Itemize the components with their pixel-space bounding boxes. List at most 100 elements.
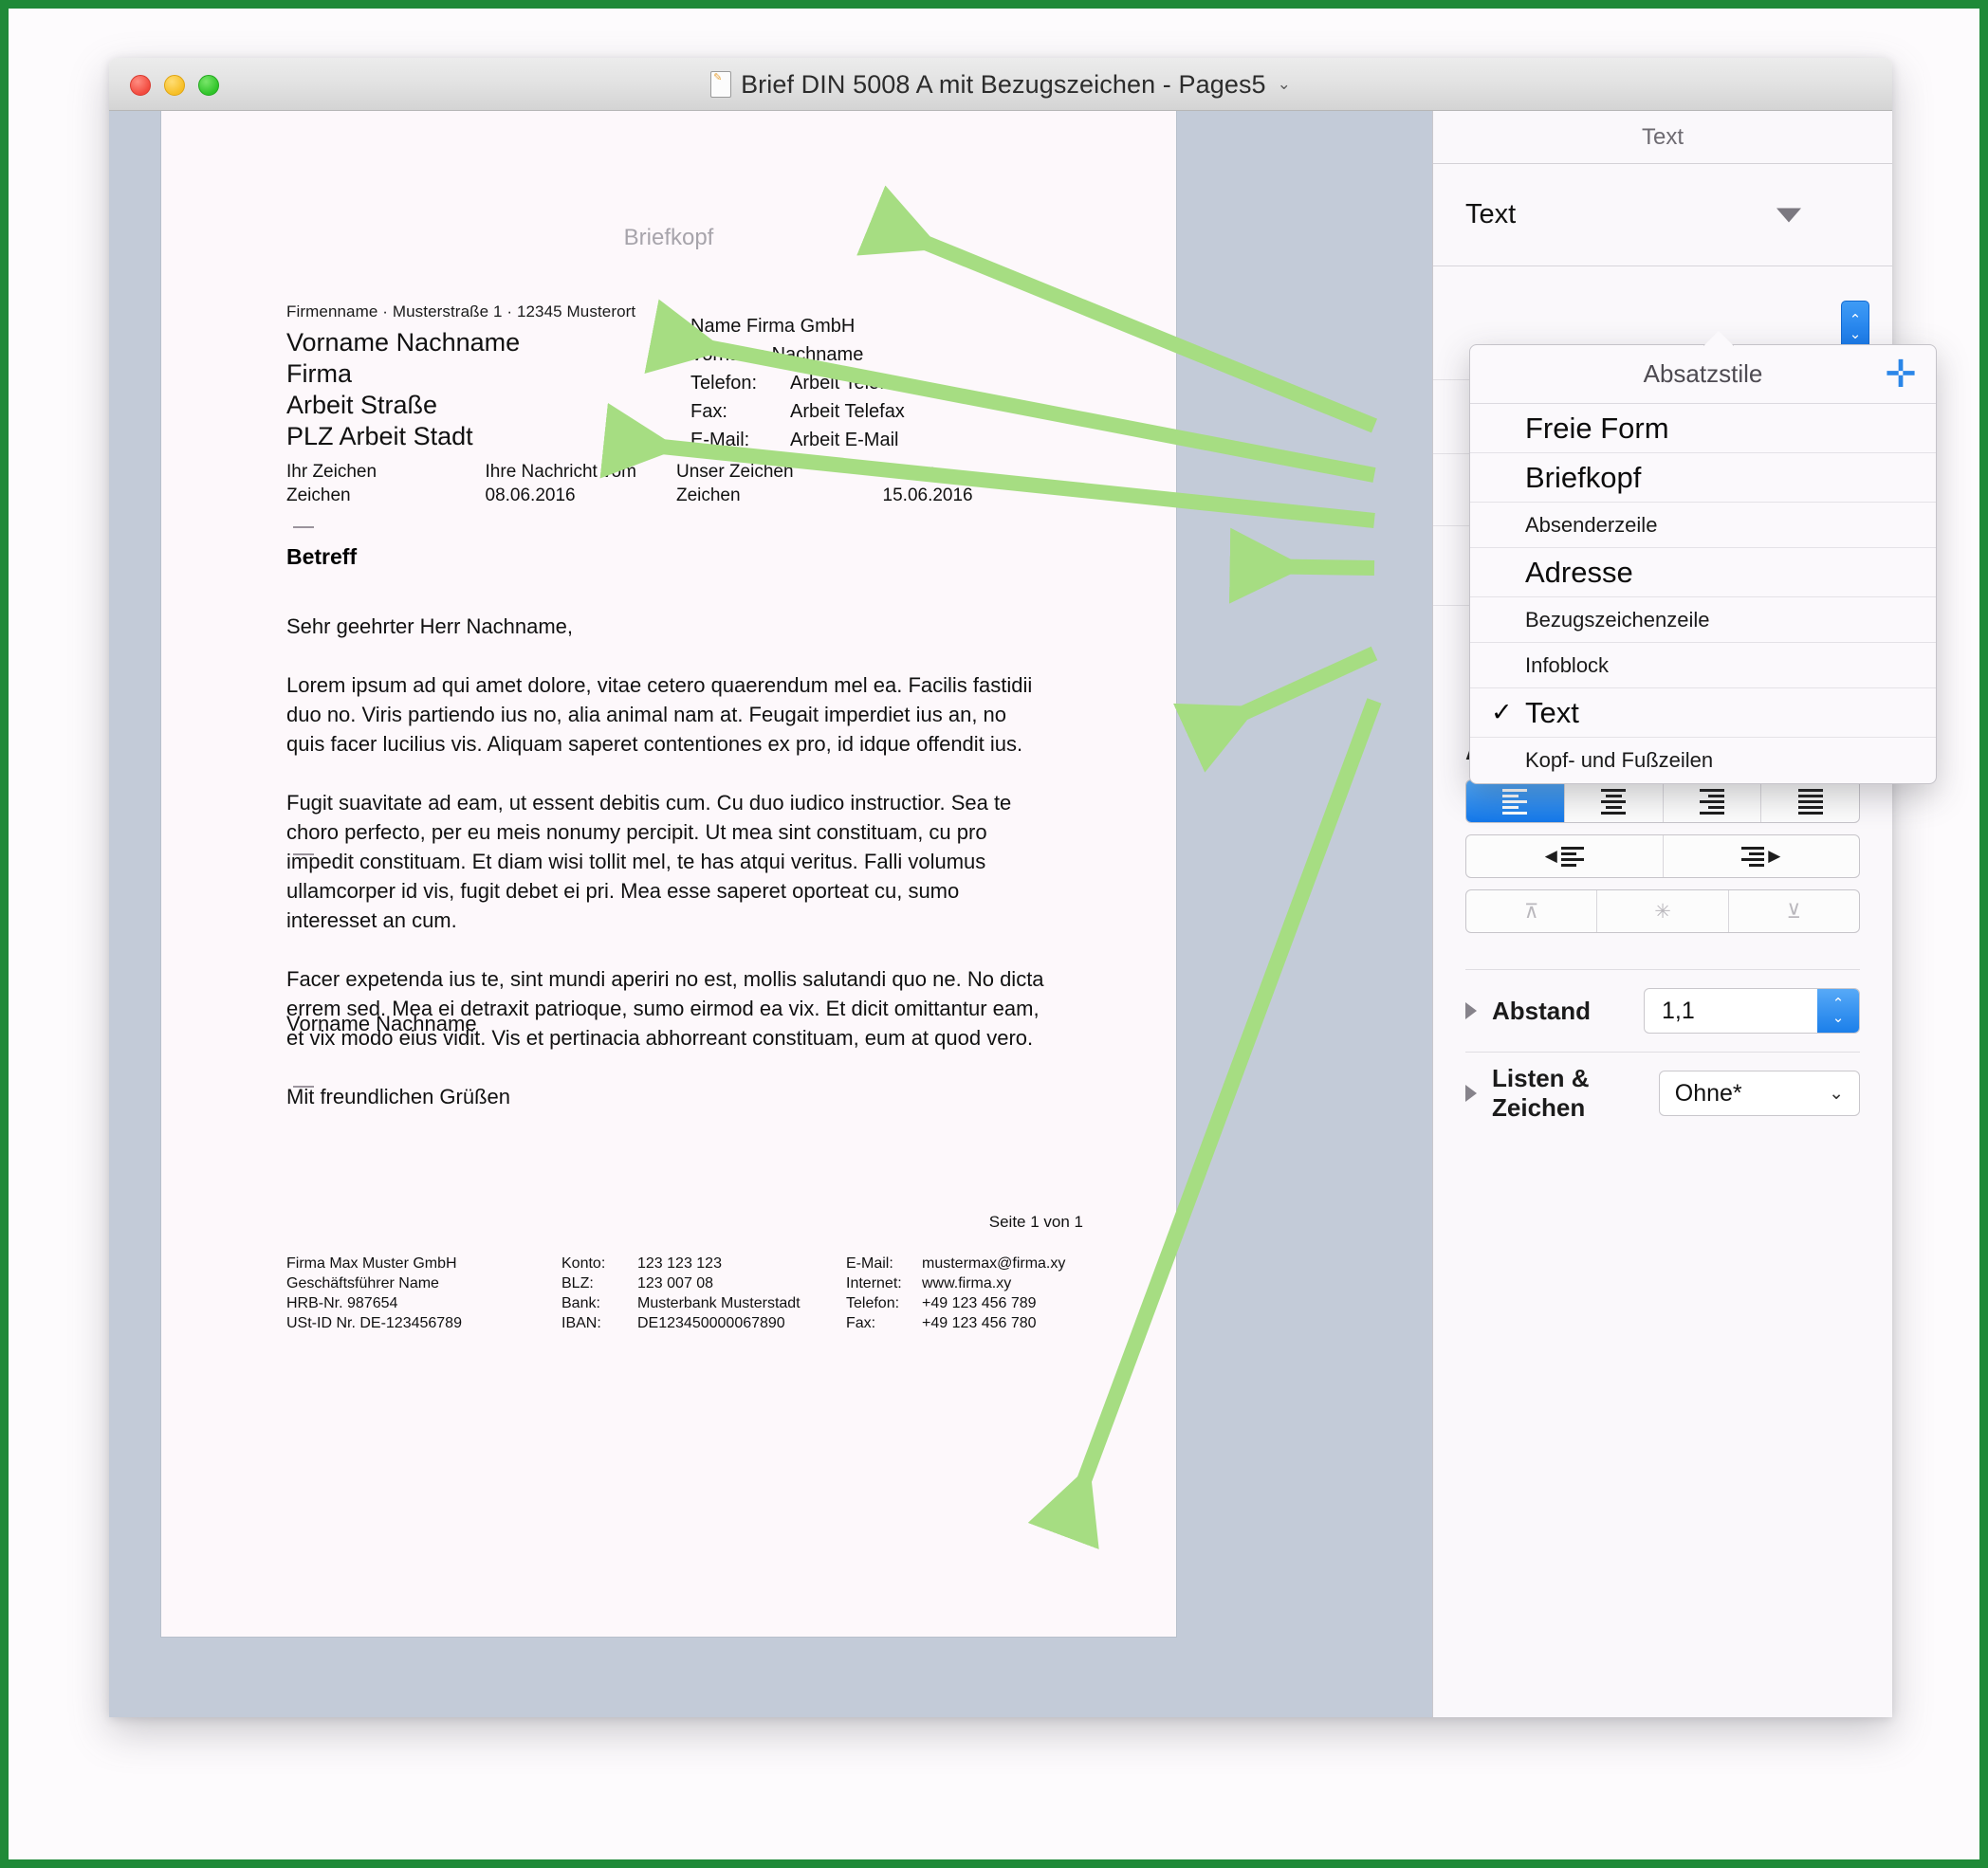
disclosure-triangle-icon[interactable] bbox=[1465, 1002, 1477, 1019]
style-item-kopf-und-fusszeilen[interactable]: Kopf- und Fußzeilen bbox=[1470, 738, 1936, 783]
add-style-button[interactable]: ✛ bbox=[1883, 356, 1919, 394]
increase-indent-icon: ▶ bbox=[1741, 846, 1780, 867]
adress-block[interactable]: Vorname Nachname Firma Arbeit Straße PLZ… bbox=[286, 327, 520, 452]
bezug-column: Unser Zeichen Zeichen bbox=[676, 460, 883, 507]
absatzstile-popover[interactable]: Absatzstile ✛ Freie Form Briefkopf Absen… bbox=[1469, 331, 1937, 784]
bezug-column: Ihre Nachricht vom 08.06.2016 bbox=[486, 460, 676, 507]
bezugszeichenzeile[interactable]: Ihr Zeichen Zeichen Ihre Nachricht vom 0… bbox=[286, 460, 1074, 507]
screenshot-root: ✎ Brief DIN 5008 A mit Bezugszeichen - P… bbox=[0, 0, 1988, 1868]
window-titlebar[interactable]: ✎ Brief DIN 5008 A mit Bezugszeichen - P… bbox=[109, 58, 1892, 111]
betreff-heading[interactable]: Betreff bbox=[286, 544, 357, 570]
infoblock-value: Arbeit E-Mail bbox=[790, 430, 899, 450]
fusszeile-line: Geschäftsführer Name bbox=[286, 1275, 439, 1291]
abstand-value: 1,1 bbox=[1662, 997, 1695, 1024]
fusszeile-label: Konto: bbox=[561, 1255, 606, 1272]
align-bottom-button[interactable]: ⊻ bbox=[1729, 890, 1859, 932]
align-top-button[interactable]: ⊼ bbox=[1466, 890, 1598, 932]
letter-body[interactable]: Sehr geehrter Herr Nachname, Lorem ipsum… bbox=[286, 612, 1050, 1141]
adresse-line: Firma bbox=[286, 359, 352, 388]
fusszeile-line: USt-ID Nr. DE-123456789 bbox=[286, 1315, 462, 1331]
fusszeile-column-contact: E-Mail: mustermax@firma.xy Internet: www… bbox=[846, 1254, 1074, 1333]
decrease-indent-icon: ◀ bbox=[1545, 846, 1584, 867]
checkmark-icon: ✓ bbox=[1491, 698, 1513, 726]
fusszeile-value: 123 007 08 bbox=[637, 1275, 714, 1291]
fusszeile-label: Bank: bbox=[561, 1295, 600, 1311]
fold-mark bbox=[293, 853, 314, 855]
infoblock-row: Fax: Arbeit Telefax bbox=[690, 397, 906, 426]
listen-zeichen-value: Ohne* bbox=[1674, 1079, 1742, 1107]
align-segmented-control[interactable] bbox=[1465, 779, 1860, 823]
align-right-button[interactable] bbox=[1664, 780, 1762, 822]
infoblock-person: Vorname Nachname bbox=[690, 344, 864, 365]
signature-name[interactable]: Vorname Nachname bbox=[286, 1012, 477, 1036]
abstand-row[interactable]: Abstand 1,1 ⌃ ⌄ bbox=[1433, 970, 1892, 1052]
fusszeile-label: IBAN: bbox=[561, 1315, 601, 1331]
bezug-label: Ihre Nachricht vom bbox=[485, 462, 636, 482]
align-bottom-icon: ⊻ bbox=[1786, 900, 1801, 923]
body-paragraph: Fugit suavitate ad eam, ut essent debiti… bbox=[286, 791, 1012, 932]
bezug-value: Zeichen bbox=[286, 485, 351, 505]
align-justify-button[interactable] bbox=[1761, 780, 1859, 822]
document-canvas[interactable]: Briefkopf Firmenname · Musterstraße 1 · … bbox=[109, 111, 1432, 1717]
disclosure-triangle-icon[interactable] bbox=[1465, 1085, 1477, 1102]
style-item-text[interactable]: ✓ Text bbox=[1470, 688, 1936, 738]
increase-indent-button[interactable]: ▶ bbox=[1664, 835, 1860, 877]
document-page[interactable]: Briefkopf Firmenname · Musterstraße 1 · … bbox=[161, 111, 1176, 1637]
briefkopf-placeholder[interactable]: Briefkopf bbox=[161, 225, 1176, 251]
listen-zeichen-select[interactable]: Ohne* ⌄ bbox=[1658, 1071, 1860, 1116]
fusszeile-label: E-Mail: bbox=[846, 1255, 893, 1272]
fusszeile-value: DE123450000067890 bbox=[637, 1315, 785, 1331]
style-item-freie-form[interactable]: Freie Form bbox=[1470, 404, 1936, 453]
fusszeile-row: Fax: +49 123 456 780 bbox=[846, 1313, 1074, 1333]
bezug-label: Datum bbox=[882, 462, 936, 482]
chevron-down-icon: ⌄ bbox=[1829, 1083, 1844, 1104]
style-item-label: Absenderzeile bbox=[1525, 512, 1658, 537]
body-paragraph: Lorem ipsum ad qui amet dolore, vitae ce… bbox=[286, 673, 1033, 756]
chevron-down-icon bbox=[1776, 208, 1801, 222]
align-middle-button[interactable]: ✳ bbox=[1597, 890, 1729, 932]
chevron-down-icon: ⌄ bbox=[1832, 1010, 1845, 1026]
decrease-indent-button[interactable]: ◀ bbox=[1466, 835, 1664, 877]
align-top-icon: ⊼ bbox=[1523, 900, 1539, 923]
popover-header: Absatzstile ✛ bbox=[1470, 345, 1936, 404]
style-item-adresse[interactable]: Adresse bbox=[1470, 548, 1936, 597]
fusszeile-value: +49 123 456 780 bbox=[922, 1315, 1037, 1331]
fusszeile-label: BLZ: bbox=[561, 1275, 594, 1291]
paragraph-style-dropdown[interactable]: Text bbox=[1433, 164, 1892, 266]
abstand-field[interactable]: 1,1 ⌃ ⌄ bbox=[1644, 988, 1860, 1034]
indent-segmented-control[interactable]: ◀ ▶ bbox=[1465, 834, 1860, 878]
fusszeile[interactable]: Firma Max Muster GmbH Geschäftsführer Na… bbox=[286, 1254, 1074, 1333]
chevron-down-icon[interactable]: ⌄ bbox=[1278, 75, 1291, 94]
style-item-bezugszeichenzeile[interactable]: Bezugszeichenzeile bbox=[1470, 597, 1936, 643]
fusszeile-value: www.firma.xy bbox=[922, 1275, 1012, 1291]
style-item-label: Briefkopf bbox=[1525, 460, 1642, 494]
page-number: Seite 1 von 1 bbox=[988, 1213, 1083, 1231]
infoblock-row: Telefon: Arbeit Telefon bbox=[690, 369, 906, 397]
fold-mark bbox=[293, 526, 314, 528]
abstand-stepper[interactable]: ⌃ ⌄ bbox=[1817, 989, 1859, 1033]
align-center-icon bbox=[1601, 788, 1627, 815]
popover-title: Absatzstile bbox=[1643, 359, 1763, 388]
chevron-up-icon: ⌃ bbox=[1832, 996, 1845, 1012]
align-center-button[interactable] bbox=[1565, 780, 1664, 822]
infoblock[interactable]: Name Firma GmbH Vorname Nachname Telefon… bbox=[690, 312, 906, 454]
pages-window: ✎ Brief DIN 5008 A mit Bezugszeichen - P… bbox=[109, 58, 1937, 1717]
style-item-label: Adresse bbox=[1525, 555, 1633, 589]
adresse-line: PLZ Arbeit Stadt bbox=[286, 422, 473, 450]
fusszeile-row: E-Mail: mustermax@firma.xy bbox=[846, 1254, 1074, 1273]
body-paragraph: Facer expetenda ius te, sint mundi aperi… bbox=[286, 967, 1044, 1050]
fusszeile-value: 123 123 123 bbox=[637, 1255, 722, 1272]
inspector-header: Text bbox=[1433, 111, 1892, 164]
style-item-briefkopf[interactable]: Briefkopf bbox=[1470, 453, 1936, 503]
style-item-absenderzeile[interactable]: Absenderzeile bbox=[1470, 503, 1936, 548]
fusszeile-row: Telefon: +49 123 456 789 bbox=[846, 1293, 1074, 1313]
align-left-icon bbox=[1502, 788, 1528, 815]
listen-zeichen-row[interactable]: Listen & Zeichen Ohne* ⌄ bbox=[1433, 1053, 1892, 1134]
bezug-value: 08.06.2016 bbox=[485, 485, 576, 505]
vertical-align-segmented-control[interactable]: ⊼ ✳ ⊻ bbox=[1465, 889, 1860, 933]
fusszeile-label: Fax: bbox=[846, 1315, 876, 1331]
align-left-button[interactable] bbox=[1466, 780, 1565, 822]
bezug-label: Ihr Zeichen bbox=[286, 462, 377, 482]
style-item-infoblock[interactable]: Infoblock bbox=[1470, 643, 1936, 688]
absenderzeile[interactable]: Firmenname · Musterstraße 1 · 12345 Must… bbox=[286, 302, 635, 321]
